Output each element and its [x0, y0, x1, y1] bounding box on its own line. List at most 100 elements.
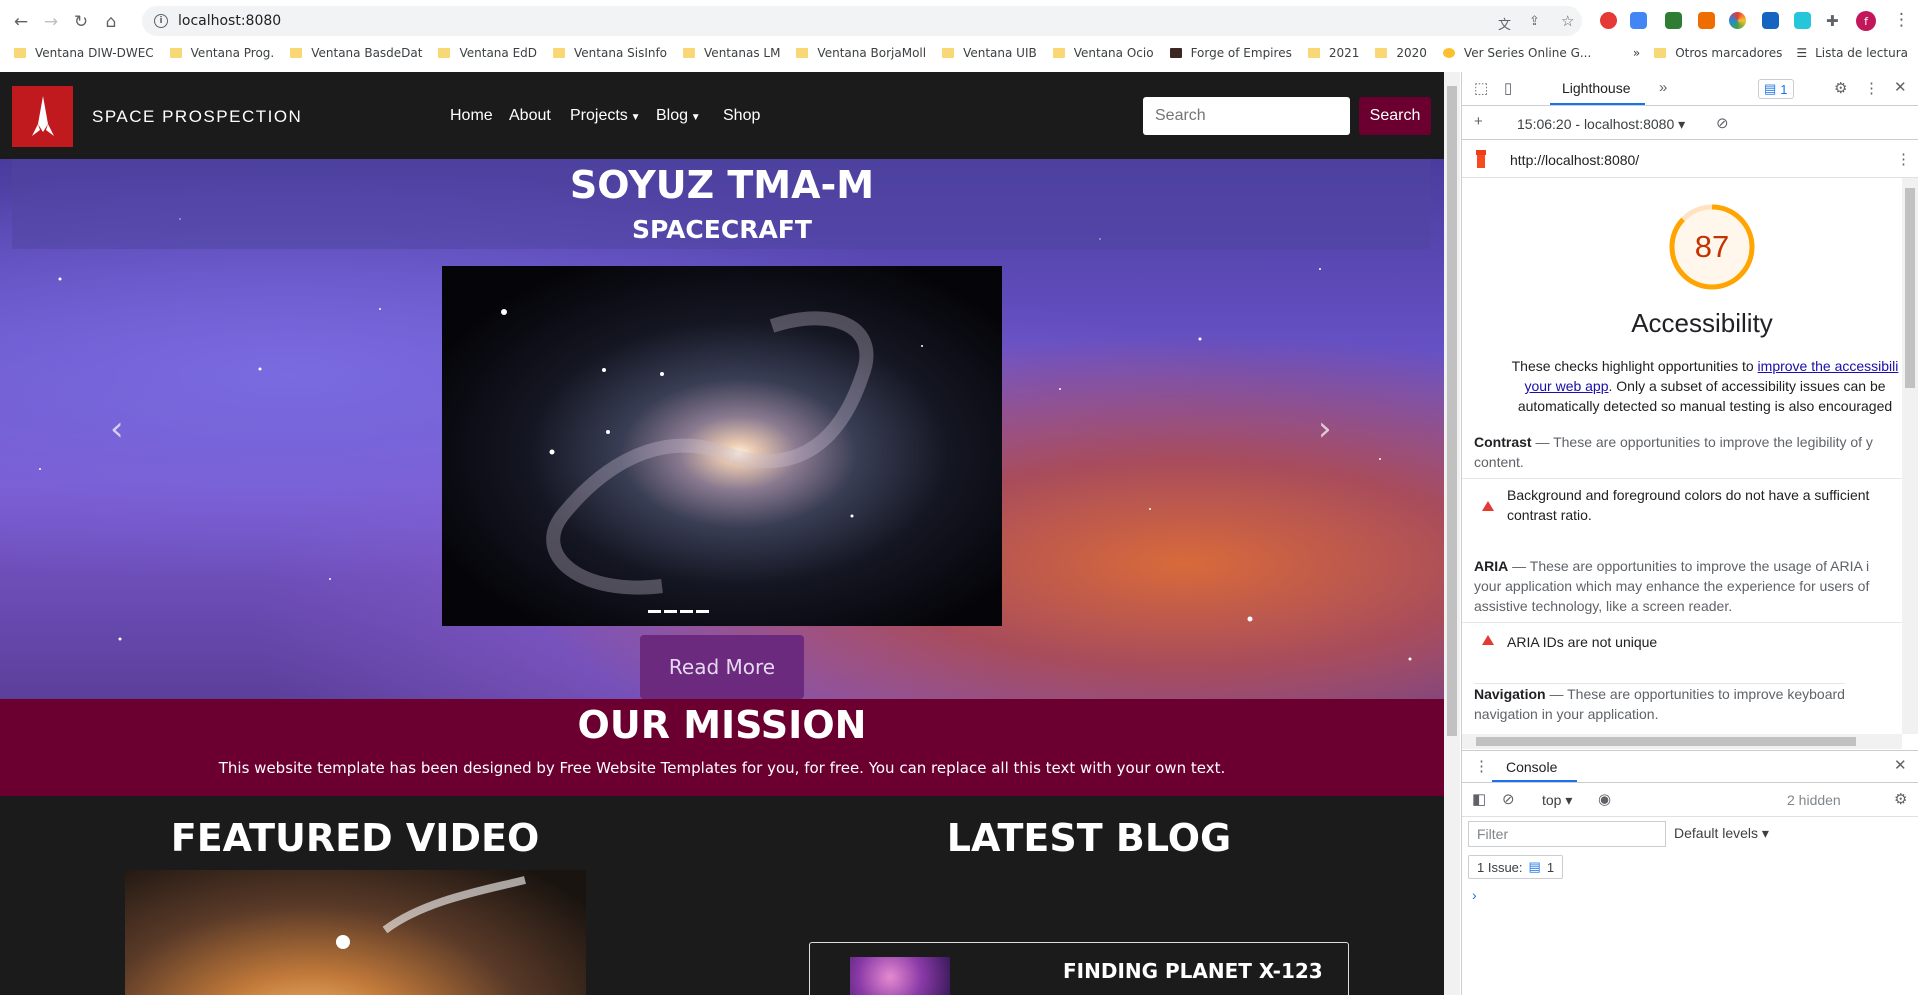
- active-tab-indicator: [1492, 780, 1577, 782]
- console-issues-link[interactable]: 1 Issue: ▤ 1: [1468, 855, 1564, 879]
- drawer-menu-icon[interactable]: ⋮: [1474, 757, 1489, 775]
- report-selector[interactable]: 15:06:20 - localhost:8080 ▾: [1517, 116, 1685, 133]
- site-search-input[interactable]: [1143, 97, 1350, 135]
- carousel-indicator[interactable]: [648, 610, 661, 613]
- report-scrollbar[interactable]: [1902, 178, 1918, 734]
- page-scrollbar[interactable]: [1444, 72, 1460, 995]
- bookmark-folder[interactable]: 2020: [1375, 46, 1427, 60]
- lighthouse-report: 87 Accessibility These checks highlight …: [1462, 178, 1902, 734]
- reading-list[interactable]: ☰ Lista de lectura: [1796, 46, 1908, 60]
- console-settings-icon[interactable]: ⚙: [1894, 790, 1907, 808]
- navigation-group[interactable]: Navigation — These are opportunities to …: [1474, 683, 1845, 724]
- context-selector[interactable]: top ▾: [1542, 792, 1572, 809]
- bookmark-link[interactable]: Ver Series Online G...: [1442, 46, 1591, 60]
- color-extension-icon[interactable]: [1729, 12, 1746, 29]
- browser-menu-icon[interactable]: ⋮: [1893, 10, 1910, 30]
- address-bar[interactable]: i localhost:8080: [142, 6, 1582, 36]
- extension-icon[interactable]: [1665, 12, 1682, 29]
- site-search-button[interactable]: Search: [1359, 97, 1431, 135]
- puzzle-icon[interactable]: ✚: [1826, 12, 1839, 30]
- more-tabs-icon[interactable]: »: [1659, 79, 1667, 96]
- site-info-icon[interactable]: i: [154, 14, 168, 28]
- capture-extension-icon[interactable]: [1794, 12, 1811, 29]
- log-levels-dropdown[interactable]: Default levels ▾: [1674, 825, 1769, 842]
- carousel-prev-icon[interactable]: ‹: [110, 409, 124, 449]
- carousel-indicator[interactable]: [680, 610, 693, 613]
- console-filter-input[interactable]: Filter: [1468, 821, 1666, 847]
- live-expression-eye-icon[interactable]: ◉: [1598, 790, 1611, 808]
- rocket-logo-icon[interactable]: [12, 86, 73, 147]
- bookmark-folder[interactable]: Ventana DIW-DWEC: [14, 46, 154, 60]
- translate-extension-icon[interactable]: [1630, 12, 1647, 29]
- bookmark-folder[interactable]: Ventana SisInfo: [553, 46, 667, 60]
- bookmark-folder[interactable]: Ventana Ocio: [1052, 46, 1154, 60]
- other-bookmarks[interactable]: Otros marcadores: [1654, 46, 1782, 60]
- devtools-panel: ⬚ ▯ Lighthouse » ▤ 1 ⚙ ⋮ ✕ + 15:06:20 - l…: [1461, 72, 1918, 995]
- screen-extension-icon[interactable]: [1762, 12, 1779, 29]
- hero-subtitle: SPACECRAFT: [632, 215, 812, 244]
- console-prompt-icon[interactable]: ›: [1472, 887, 1477, 903]
- clear-console-icon[interactable]: ⊘: [1502, 790, 1515, 808]
- nav-blog[interactable]: Blog ▼: [656, 107, 701, 125]
- device-toolbar-icon[interactable]: ▯: [1504, 79, 1512, 97]
- bookmark-folder[interactable]: 2021: [1307, 46, 1359, 60]
- bookmark-folder[interactable]: Ventana BorjaMoll: [796, 46, 926, 60]
- scrollbar-thumb[interactable]: [1476, 737, 1856, 746]
- clear-reports-icon[interactable]: ⊘: [1716, 114, 1729, 132]
- bookmark-folder[interactable]: Ventana Prog.: [169, 46, 274, 60]
- devtools-menu-icon[interactable]: ⋮: [1864, 79, 1879, 97]
- bookmark-link[interactable]: Forge of Empires: [1169, 46, 1292, 60]
- contrast-group[interactable]: Contrast — These are opportunities to im…: [1474, 432, 1873, 472]
- accessibility-link[interactable]: improve the accessibili: [1758, 358, 1899, 374]
- carousel-indicator[interactable]: [696, 610, 709, 613]
- bookmark-folder[interactable]: Ventana BasdeDat: [290, 46, 422, 60]
- settings-gear-icon[interactable]: ⚙: [1834, 79, 1847, 97]
- translate-icon[interactable]: 文: [1498, 14, 1511, 33]
- audit-aria-ids[interactable]: ARIA IDs are not unique: [1462, 622, 1902, 660]
- sidebar-toggle-icon[interactable]: ◧: [1472, 790, 1486, 808]
- rss-extension-icon[interactable]: [1698, 12, 1715, 29]
- bookmark-star-icon[interactable]: ☆: [1561, 12, 1574, 30]
- carousel-next-icon[interactable]: ›: [1318, 409, 1332, 449]
- home-icon[interactable]: ⌂: [96, 7, 126, 37]
- site-brand[interactable]: SPACE PROSPECTION: [92, 107, 302, 127]
- tab-console[interactable]: Console: [1506, 759, 1557, 775]
- nav-projects[interactable]: Projects ▼: [570, 107, 640, 125]
- featured-video-thumbnail[interactable]: [125, 870, 586, 995]
- folder-icon: [169, 48, 182, 58]
- new-report-icon[interactable]: +: [1474, 113, 1483, 130]
- nav-home[interactable]: Home: [450, 107, 493, 125]
- bookmark-folder[interactable]: Ventana UIB: [942, 46, 1037, 60]
- issues-badge[interactable]: ▤ 1: [1758, 79, 1794, 99]
- blog-post-title[interactable]: FINDING PLANET X-123: [1063, 959, 1323, 983]
- read-more-button[interactable]: Read More: [640, 635, 804, 699]
- report-menu-icon[interactable]: ⋮: [1896, 150, 1911, 168]
- share-icon[interactable]: ⇪: [1529, 14, 1540, 29]
- blog-card[interactable]: FINDING PLANET X-123: [809, 942, 1349, 995]
- back-icon[interactable]: ←: [6, 7, 36, 37]
- hero-carousel: SOYUZ TMA-M SPACECRAFT ‹ › Read More: [0, 159, 1444, 699]
- carousel-indicator[interactable]: [664, 610, 677, 613]
- report-hscrollbar[interactable]: [1462, 734, 1902, 749]
- bookmark-folder[interactable]: Ventana EdD: [438, 46, 537, 60]
- bookmark-folder[interactable]: Ventanas LM: [683, 46, 780, 60]
- opera-extension-icon[interactable]: [1600, 12, 1617, 29]
- latest-blog-title: LATEST BLOG: [946, 816, 1232, 860]
- aria-group[interactable]: ARIA — These are opportunities to improv…: [1474, 556, 1869, 616]
- close-devtools-icon[interactable]: ✕: [1894, 78, 1907, 96]
- tab-lighthouse[interactable]: Lighthouse: [1562, 80, 1631, 96]
- scrollbar-thumb[interactable]: [1905, 188, 1915, 388]
- scrollbar-thumb[interactable]: [1447, 86, 1457, 736]
- bookmarks-overflow-icon[interactable]: »: [1633, 46, 1640, 60]
- nav-about[interactable]: About: [509, 107, 551, 125]
- reload-icon[interactable]: ↻: [66, 7, 96, 37]
- category-title: Accessibility: [1631, 308, 1773, 338]
- galaxy-image: [442, 266, 1002, 626]
- forward-icon[interactable]: →: [36, 7, 66, 37]
- avatar[interactable]: f: [1856, 11, 1876, 31]
- web-app-link[interactable]: your web app: [1524, 378, 1608, 394]
- close-drawer-icon[interactable]: ✕: [1894, 756, 1907, 774]
- nav-shop[interactable]: Shop: [723, 107, 760, 125]
- inspect-element-icon[interactable]: ⬚: [1474, 79, 1488, 97]
- audit-contrast[interactable]: Background and foreground colors do not …: [1462, 478, 1902, 534]
